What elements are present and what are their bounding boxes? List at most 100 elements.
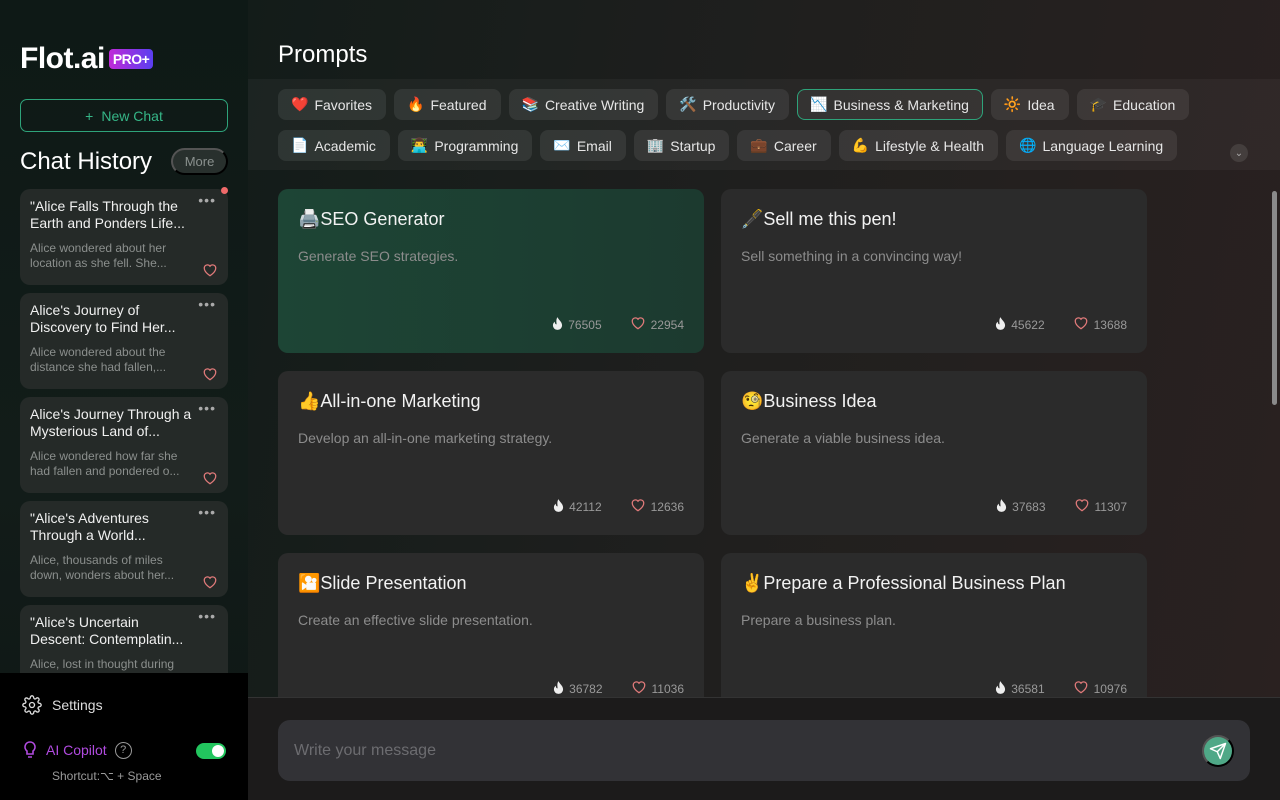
- category-tab[interactable]: 🌐 Language Learning: [1006, 130, 1178, 161]
- chat-title: "Alice Falls Through the Earth and Ponde…: [30, 198, 185, 231]
- category-icon: ✉️: [553, 137, 571, 153]
- more-options-icon[interactable]: •••: [198, 296, 216, 312]
- like-button[interactable]: 10976: [1073, 680, 1127, 697]
- prompt-description: Generate SEO strategies.: [298, 248, 459, 264]
- category-icon: 🔆: [1003, 96, 1022, 112]
- sidebar-footer: Settings AI Copilot ? Shortcut:⌥ + Space: [0, 673, 248, 800]
- prompt-card[interactable]: 🖋️Sell me this pen! Sell something in a …: [721, 189, 1147, 353]
- message-input[interactable]: [278, 720, 1250, 781]
- heart-icon[interactable]: [202, 367, 218, 381]
- copilot-toggle[interactable]: [196, 743, 226, 759]
- send-icon: [1209, 742, 1227, 760]
- sidebar: Flot.ai PRO+ + New Chat Chat History More …: [0, 0, 248, 800]
- chevron-down-icon[interactable]: ⌄: [1230, 144, 1248, 162]
- category-icon: 👨‍💻: [410, 137, 429, 153]
- heart-icon[interactable]: [202, 471, 218, 485]
- use-count: 36581: [1011, 681, 1045, 696]
- category-tab[interactable]: 🔥 Featured: [394, 89, 501, 120]
- flame-icon: [996, 498, 1007, 515]
- prompt-title: 🎦Slide Presentation: [298, 573, 467, 593]
- like-count: 22954: [650, 317, 684, 332]
- prompt-description: Develop an all-in-one marketing strategy…: [298, 430, 553, 446]
- scrollbar[interactable]: [1272, 191, 1277, 405]
- category-tab[interactable]: 💼 Career: [737, 130, 831, 161]
- category-tab[interactable]: ✉️ Email: [540, 130, 626, 161]
- flame-icon: [995, 316, 1006, 333]
- prompt-card[interactable]: 🧐Business Idea Generate a viable busines…: [721, 371, 1147, 535]
- like-count: 11307: [1094, 499, 1127, 514]
- flame-icon: [995, 680, 1006, 697]
- prompt-title: ✌️Prepare a Professional Business Plan: [741, 573, 1066, 593]
- chat-history-item[interactable]: "Alice Falls Through the Earth and Ponde…: [20, 189, 228, 285]
- like-button[interactable]: 11036: [631, 680, 684, 697]
- settings-button[interactable]: Settings: [22, 695, 103, 715]
- heart-icon: [631, 680, 647, 697]
- like-count: 12636: [650, 499, 684, 514]
- chat-preview: Alice wondered about her location as she…: [30, 241, 167, 270]
- category-tab[interactable]: 📚 Creative Writing: [508, 89, 659, 120]
- category-tab[interactable]: 🏢 Startup: [633, 130, 730, 161]
- chat-title: "Alice's Adventures Through a World...: [30, 510, 149, 543]
- heart-icon: [1073, 680, 1089, 697]
- category-icon: 🎓: [1089, 96, 1108, 112]
- chat-history-title: Chat History: [20, 148, 153, 175]
- pro-badge: PRO+: [108, 49, 154, 69]
- category-tabs: ❤️ Favorites 🔥 Featured 📚 Creative Writing 🛠️ P…: [278, 89, 1238, 161]
- chat-preview: Alice wondered about the distance she ha…: [30, 345, 167, 374]
- use-count: 37683: [1012, 499, 1046, 514]
- more-options-icon[interactable]: •••: [198, 608, 216, 624]
- category-tab[interactable]: 💪 Lifestyle & Health: [838, 130, 999, 161]
- category-icon: 🏢: [646, 137, 665, 153]
- category-icon: 🌐: [1019, 137, 1037, 153]
- more-options-icon[interactable]: •••: [198, 400, 216, 416]
- chat-title: Alice's Journey of Discovery to Find Her…: [30, 302, 176, 335]
- heart-icon[interactable]: [202, 575, 218, 589]
- like-button[interactable]: 13688: [1073, 316, 1127, 333]
- chat-preview: Alice, thousands of miles down, wonders …: [30, 553, 175, 582]
- like-count: 11036: [651, 681, 684, 696]
- like-button[interactable]: 11307: [1074, 498, 1127, 515]
- chat-history-item[interactable]: "Alice's Adventures Through a World... A…: [20, 501, 228, 597]
- prompt-title: 🖨️SEO Generator: [298, 209, 445, 229]
- like-count: 13688: [1093, 317, 1127, 332]
- prompt-card[interactable]: 🎦Slide Presentation Create an effective …: [278, 553, 704, 697]
- category-tab[interactable]: 🔆 Idea: [990, 89, 1069, 120]
- heart-icon: [630, 498, 646, 515]
- prompt-card[interactable]: ✌️Prepare a Professional Business Plan P…: [721, 553, 1147, 697]
- heart-icon[interactable]: [202, 263, 218, 277]
- category-tab[interactable]: 👨‍💻 Programming: [397, 130, 533, 161]
- prompt-description: Prepare a business plan.: [741, 612, 896, 628]
- chat-title: Alice's Journey Through a Mysterious Lan…: [30, 406, 192, 439]
- heart-icon: [630, 316, 646, 333]
- flame-icon: [553, 680, 564, 697]
- use-count: 36782: [569, 681, 603, 696]
- like-button[interactable]: 22954: [630, 316, 684, 333]
- category-icon: 📉: [810, 96, 828, 112]
- prompt-card[interactable]: 👍All-in-one Marketing Develop an all-in-…: [278, 371, 704, 535]
- flame-icon: [552, 316, 563, 333]
- category-tab[interactable]: 🛠️ Productivity: [666, 89, 790, 120]
- more-options-icon[interactable]: •••: [198, 192, 216, 208]
- chat-history-item[interactable]: Alice's Journey Through a Mysterious Lan…: [20, 397, 228, 493]
- category-tab[interactable]: ❤️ Favorites: [278, 89, 387, 120]
- heart-icon: [1074, 498, 1090, 515]
- composer: [248, 697, 1280, 800]
- prompt-card[interactable]: 🖨️SEO Generator Generate SEO strategies.…: [278, 189, 704, 353]
- new-chat-button[interactable]: + New Chat: [20, 99, 228, 132]
- prompt-title: 🧐Business Idea: [741, 391, 877, 411]
- category-tab[interactable]: 📉 Business & Marketing: [797, 89, 983, 120]
- category-tab[interactable]: 🎓 Education: [1076, 89, 1190, 120]
- help-icon[interactable]: ?: [114, 741, 132, 759]
- more-button[interactable]: More: [171, 148, 228, 175]
- prompt-title: 🖋️Sell me this pen!: [741, 209, 897, 229]
- chat-history-item[interactable]: Alice's Journey of Discovery to Find Her…: [20, 293, 228, 389]
- like-count: 10976: [1093, 681, 1127, 696]
- like-button[interactable]: 12636: [630, 498, 684, 515]
- send-button[interactable]: [1202, 735, 1234, 767]
- shortcut-hint: Shortcut:⌥ + Space: [52, 769, 162, 783]
- more-options-icon[interactable]: •••: [198, 504, 216, 520]
- prompt-title: 👍All-in-one Marketing: [298, 391, 481, 411]
- category-icon: 💪: [851, 137, 870, 153]
- category-tab[interactable]: 📄 Academic: [278, 130, 390, 161]
- ai-copilot: AI Copilot ?: [22, 741, 132, 759]
